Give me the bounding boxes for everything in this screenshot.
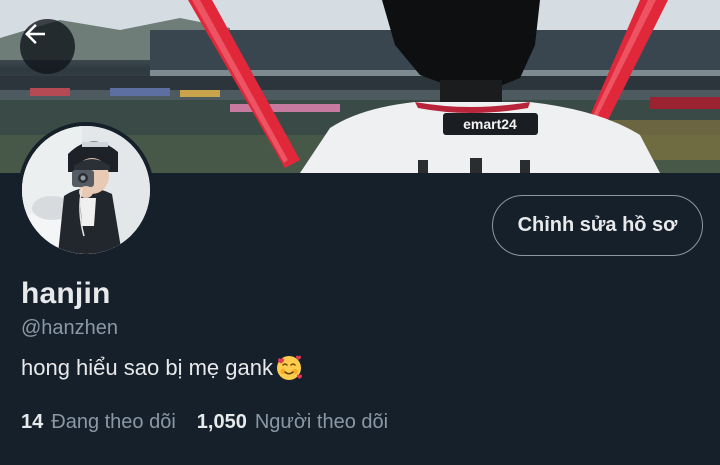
- jersey-sponsor-text: emart24: [463, 116, 517, 132]
- bio: hong hiểu sao bị mẹ gank: [21, 354, 303, 382]
- follow-stats: 14 Đang theo dõi 1,050 Người theo dõi: [21, 411, 388, 434]
- bio-text: hong hiểu sao bị mẹ gank: [21, 355, 273, 380]
- followers-label: Người theo dõi: [254, 411, 389, 433]
- avatar-image: [22, 126, 150, 254]
- user-handle: @hanzhen: [21, 317, 119, 339]
- arrow-left-icon: [25, 24, 45, 44]
- display-name: hanjin: [21, 277, 111, 310]
- edit-profile-button[interactable]: Chỉnh sửa hồ sơ: [492, 195, 703, 256]
- smiling-face-with-hearts-icon: [275, 354, 303, 382]
- followers-link[interactable]: 1,050 Người theo dõi: [197, 411, 388, 434]
- followers-count: 1,050: [196, 411, 247, 433]
- following-label: Đang theo dõi: [51, 411, 176, 433]
- following-link[interactable]: 14 Đang theo dõi: [21, 411, 176, 434]
- avatar[interactable]: [18, 122, 154, 258]
- back-button[interactable]: [20, 19, 75, 74]
- following-count: 14: [21, 411, 44, 433]
